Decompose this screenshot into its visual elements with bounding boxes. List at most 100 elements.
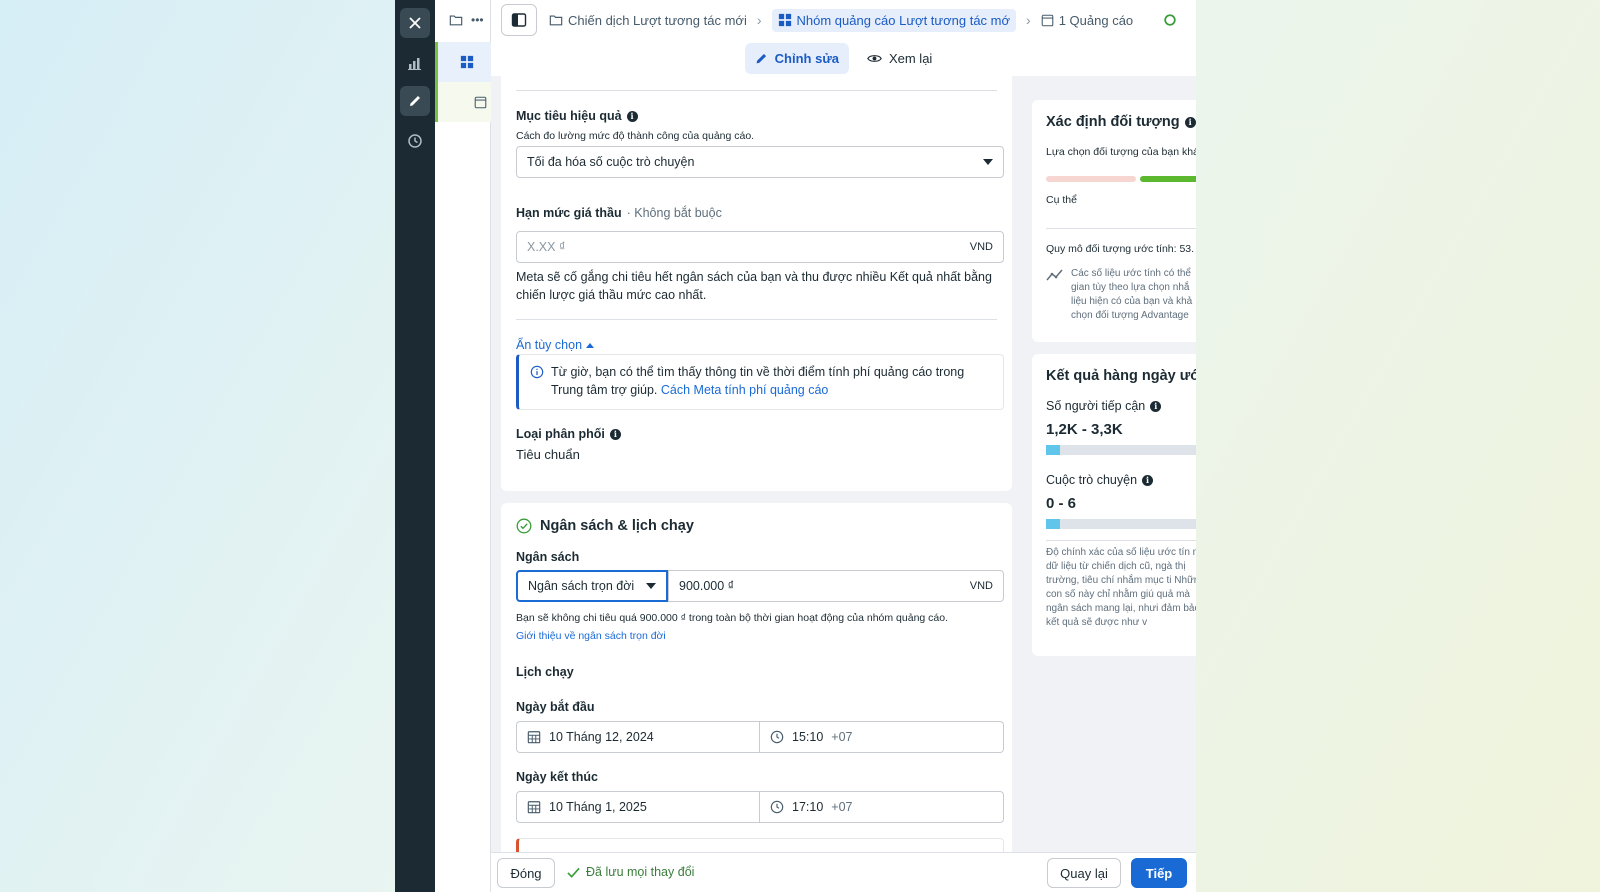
lifetime-budget-link[interactable]: Giới thiệu về ngân sách trọn đời <box>516 630 666 642</box>
chart-icon[interactable] <box>400 48 430 78</box>
divider <box>516 319 997 320</box>
start-date-input[interactable]: 10 Tháng 12, 2024 <box>516 721 760 753</box>
budget-section-title: Ngân sách & lịch chạy <box>540 518 694 534</box>
caret-up-icon <box>586 342 595 348</box>
breadcrumb-adset[interactable]: Nhóm quảng cáo Lượt tương tác mớ <box>771 8 1017 32</box>
tab-review[interactable]: Xem lại <box>857 43 942 74</box>
back-button[interactable]: Quay lại <box>1047 858 1121 888</box>
breadcrumb-ad[interactable]: 1 Quảng cáo <box>1041 13 1133 28</box>
budget-type-select[interactable]: Ngân sách trọn đời <box>516 570 668 602</box>
info-icon[interactable]: i <box>1142 474 1154 486</box>
budget-section-header: Ngân sách & lịch chạy <box>516 518 694 534</box>
conversations-value: 0 - 6 <box>1046 495 1077 512</box>
delivery-type-label: Loại phân phối i <box>516 427 621 441</box>
footer-bar: Đóng Đã lưu mọi thay đổi Quay lại Tiếp <box>491 852 1196 892</box>
conversations-label-text: Cuộc trò chuyện <box>1046 473 1138 487</box>
tree-ad-row[interactable] <box>435 82 491 122</box>
tab-edit[interactable]: Chỉnh sửa <box>744 42 849 74</box>
budget-amount-input[interactable]: 900.000 ₫ VND <box>668 570 1004 602</box>
audience-size: Quy mô đối tượng ước tính: 53. <box>1046 243 1195 255</box>
budget-help: Bạn sẽ không chi tiêu quá 900.000 ₫ tron… <box>516 612 949 624</box>
close-button[interactable]: Đóng <box>497 858 555 888</box>
info-icon[interactable]: i <box>1150 400 1162 412</box>
caret-down-icon <box>983 159 993 165</box>
end-time-value: 17:10 <box>792 800 824 814</box>
eye-icon <box>867 54 882 62</box>
bid-cap-label: Hạn mức giá thầu · Không bắt buộc <box>516 206 722 220</box>
end-date-label: Ngày kết thúc <box>516 770 598 784</box>
left-rail <box>395 0 435 892</box>
performance-goal-help: Cách đo lường mức độ thành công của quản… <box>516 130 755 142</box>
tree-adset-row[interactable] <box>435 42 491 82</box>
bid-cap-description: Meta sẽ cố gắng chi tiêu hết ngân sách c… <box>516 270 992 302</box>
clock-icon <box>770 800 784 814</box>
pencil-icon <box>756 53 766 63</box>
optimization-card: Mục tiêu hiệu quả i Cách đo lường mức độ… <box>501 76 1012 491</box>
info-icon[interactable]: i <box>626 110 638 122</box>
conversations-bar <box>1046 519 1196 529</box>
estimate-accuracy-note: Độ chính xác của số liệu ước tín như dữ … <box>1046 547 1196 628</box>
audience-description: Lựa chọn đối tượng của bạn khá <box>1046 146 1196 158</box>
more-icon[interactable]: ••• <box>471 13 484 27</box>
bid-cap-input[interactable]: X.XX ₫ VND <box>516 231 1004 263</box>
close-icon[interactable] <box>400 8 430 38</box>
performance-goal-select[interactable]: Tối đa hóa số cuộc trò chuyện <box>516 146 1004 178</box>
calendar-icon <box>527 731 541 744</box>
breadcrumb: Chiến dịch Lượt tương tác mới › Nhóm quả… <box>491 0 1196 40</box>
budget-currency: VND <box>969 580 993 592</box>
calendar-icon <box>527 801 541 814</box>
end-date-input[interactable]: 10 Tháng 1, 2025 <box>516 791 760 823</box>
bid-cap-optional: · Không bắt buộc <box>626 206 722 220</box>
start-time-input[interactable]: 15:10 +07 <box>760 721 1004 753</box>
info-notice-link[interactable]: Cách Meta tính phí quảng cáo <box>661 383 828 397</box>
breadcrumb-campaign[interactable]: Chiến dịch Lượt tương tác mới <box>549 13 747 28</box>
audience-meter-broad <box>1046 176 1136 182</box>
performance-goal-label-text: Mục tiêu hiệu quả <box>516 109 622 123</box>
tab-review-label: Xem lại <box>888 50 933 66</box>
clock-icon <box>770 730 784 744</box>
daily-results-title: Kết quả hàng ngày ước <box>1046 368 1196 384</box>
next-button[interactable]: Tiếp <box>1131 858 1187 888</box>
audience-definition-card: Xác định đối tượng i Lựa chọn đối tượng … <box>1032 100 1196 342</box>
grid-icon <box>460 55 474 69</box>
reach-bar-fill <box>1046 445 1060 455</box>
budget-amount-value: 900.000 ₫ <box>679 579 735 593</box>
audience-note: Các số liệu ước tính có thể gian tùy the… <box>1071 268 1193 321</box>
save-status-text: Đã lưu mọi thay đổi <box>586 865 695 879</box>
breadcrumb-ad-label: 1 Quảng cáo <box>1058 12 1134 28</box>
reach-label-text: Số người tiếp cận <box>1046 399 1146 413</box>
clock-icon[interactable] <box>400 126 430 156</box>
tab-edit-label: Chỉnh sửa <box>774 50 839 66</box>
ads-manager-window: ••• Chiến dịch Lượt tương tác mới › Nhóm… <box>395 0 1196 892</box>
grid-icon <box>778 13 791 27</box>
end-date-value: 10 Tháng 1, 2025 <box>549 800 647 814</box>
bid-cap-placeholder: X.XX ₫ <box>527 240 566 254</box>
bid-cap-currency: VND <box>969 241 993 253</box>
daily-results-card: Kết quả hàng ngày ước Số người tiếp cận … <box>1032 354 1196 656</box>
trend-icon <box>1046 269 1063 281</box>
structure-tree: ••• <box>435 0 491 892</box>
breadcrumb-adset-label: Nhóm quảng cáo Lượt tương tác mớ <box>796 12 1011 28</box>
info-icon[interactable]: i <box>609 428 621 440</box>
divider <box>1046 540 1196 541</box>
checkmark-icon <box>567 867 580 878</box>
hide-options-link[interactable]: Ẩn tùy chọn <box>516 338 595 352</box>
start-date-value: 10 Tháng 12, 2024 <box>549 730 654 744</box>
start-time-value: 15:10 <box>792 730 824 744</box>
pencil-icon[interactable] <box>400 86 430 116</box>
info-icon[interactable]: i <box>1184 116 1196 128</box>
toggle-panel-button[interactable] <box>501 4 537 36</box>
check-circle-icon <box>516 518 532 534</box>
panel-icon <box>511 13 527 27</box>
reach-value: 1,2K - 3,3K <box>1046 421 1123 438</box>
folder-icon <box>549 15 563 26</box>
end-timezone: +07 <box>831 800 853 814</box>
end-time-input[interactable]: 17:10 +07 <box>760 791 1004 823</box>
reach-bar <box>1046 445 1196 455</box>
audience-title-text: Xác định đối tượng <box>1046 114 1180 130</box>
start-date-label: Ngày bắt đầu <box>516 700 595 714</box>
info-notice-text: Từ giờ, bạn có thể tìm thấy thông tin về… <box>551 363 981 399</box>
budget-label: Ngân sách <box>516 550 580 564</box>
mode-tabs: Chỉnh sửa Xem lại <box>491 40 1196 76</box>
tree-campaign-row[interactable]: ••• <box>435 0 491 40</box>
